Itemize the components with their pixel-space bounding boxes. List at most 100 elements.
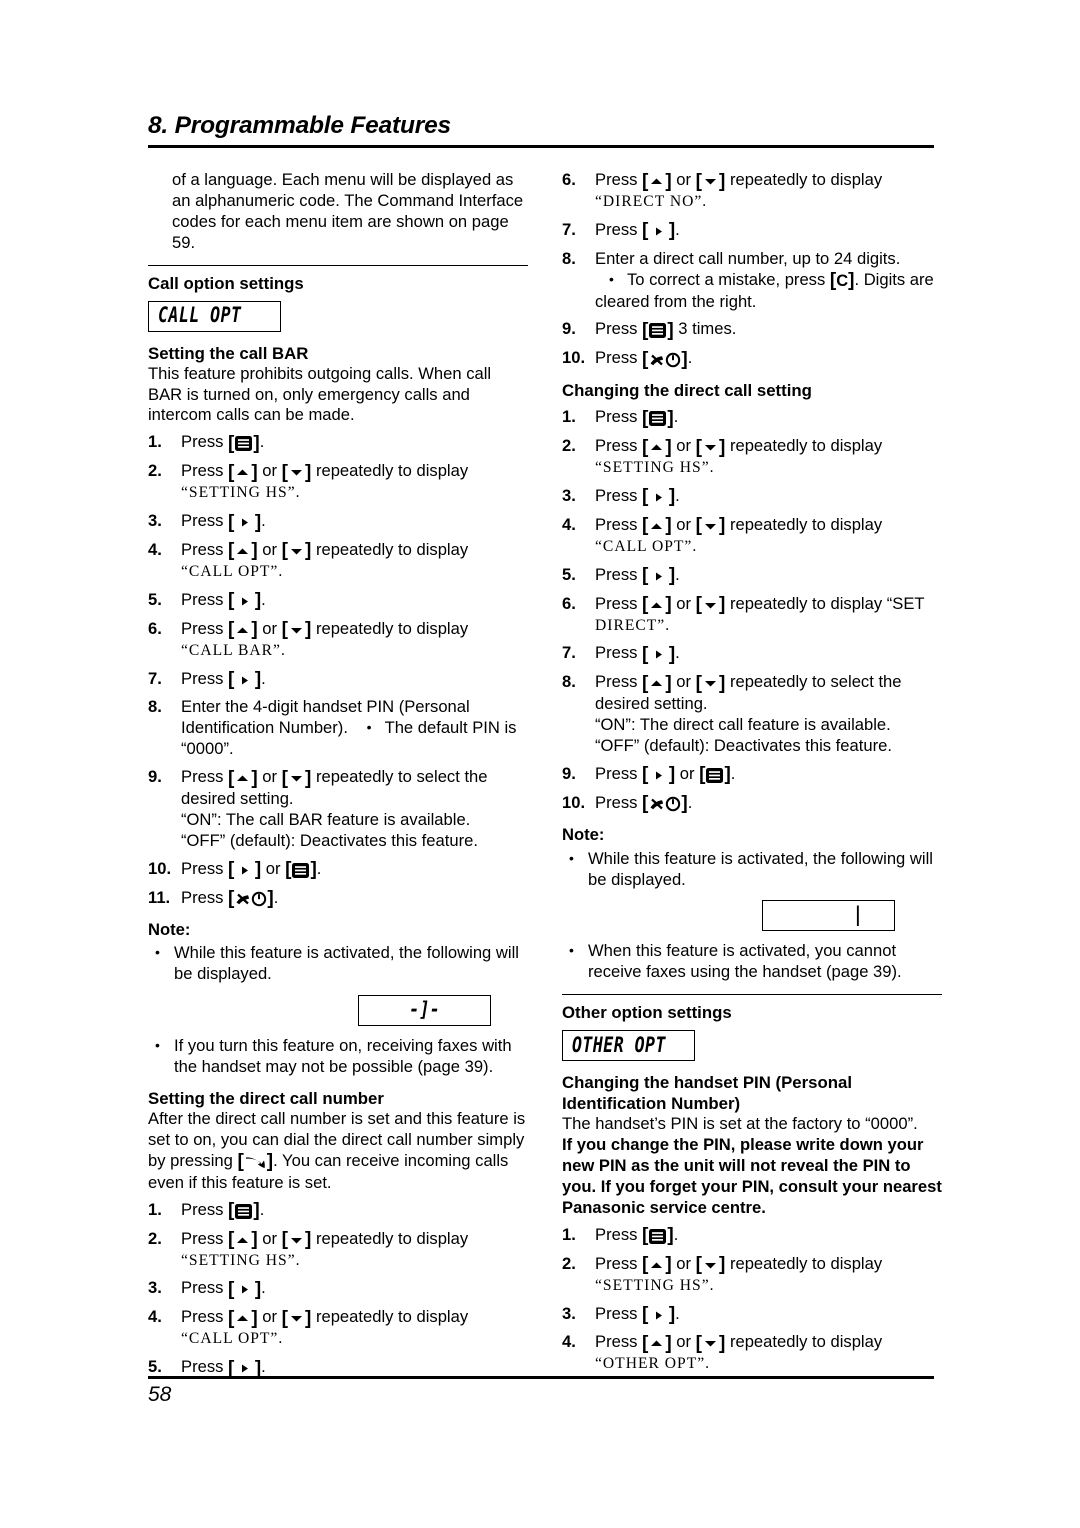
lcd-display-direct-call-indicator: |	[762, 900, 895, 932]
section-title-other-option: Other option settings	[562, 1003, 732, 1023]
step-text: Press [ ].	[595, 485, 680, 508]
step-number: 6.	[562, 593, 576, 613]
step-item: 7. Press [ ].	[562, 220, 942, 242]
step-pre: Press	[595, 1332, 643, 1352]
right-arrow-key-icon: [ ]	[228, 669, 262, 690]
step-text: Press [] or [] repeatedly to display	[181, 539, 469, 562]
step-code-line: “SETTING HS”.	[181, 1251, 301, 1269]
step-item: 4. Press [] or [] repeatedly to display …	[562, 515, 942, 558]
up-arrow-key-icon: []	[642, 1254, 672, 1276]
handset-pin-warning: If you change the PIN, please write down…	[562, 1135, 942, 1217]
subsection-title-handset-pin-line2: Identification Number)	[562, 1094, 741, 1114]
step-number: 4.	[562, 1332, 576, 1352]
step-post: repeatedly to display	[725, 436, 883, 456]
step-item: 6. Press [] or [] repeatedly to display …	[562, 594, 942, 637]
right-arrow-key-icon: [ ]	[642, 1304, 676, 1326]
menu-key-icon: []	[699, 764, 731, 786]
down-arrow-key-icon: []	[695, 1254, 726, 1276]
step-post: .	[259, 1199, 265, 1219]
step-post: .	[675, 485, 680, 505]
talk-key-icon: []	[237, 1151, 274, 1173]
down-arrow-key-icon: []	[281, 540, 312, 562]
step-pre: Press	[181, 1307, 229, 1327]
step-post: repeatedly to display	[725, 170, 883, 189]
step-text: Press [].	[595, 1225, 678, 1246]
intro-paragraph: of a language. Each menu will be display…	[172, 170, 524, 252]
step-text: Press [] or [] repeatedly to display	[595, 1253, 883, 1276]
step-number: 5.	[562, 564, 576, 584]
step-text: Press [].	[181, 1199, 265, 1222]
lcd-display-call-opt: CALL OPT	[148, 300, 281, 332]
step-item: 5. Press [ ].	[148, 590, 528, 612]
note-label: Note:	[148, 919, 191, 939]
right-arrow-key-icon: [ ]	[642, 764, 676, 786]
step-post: .	[261, 511, 266, 531]
step-pre: Press	[181, 1278, 229, 1298]
step-item: 1. Press [].	[562, 407, 942, 429]
lcd-text: CALL OPT	[158, 303, 242, 328]
down-arrow-key-icon: []	[281, 619, 312, 641]
right-arrow-key-icon: [ ]	[228, 590, 262, 612]
step-pre: Press	[595, 1303, 643, 1323]
menu-key-icon: []	[642, 407, 674, 429]
note-item: When this feature is activated, you cann…	[567, 940, 942, 983]
step-extra-line: “OFF” (default): Deactivates this featur…	[181, 830, 478, 850]
step-item: 2. Press [] or [] repeatedly to display …	[148, 461, 528, 504]
subsection-title-call-bar: Setting the call BAR	[148, 343, 309, 363]
step-item: 8. Enter a direct call number, up to 24 …	[562, 249, 942, 313]
step-number: 6.	[148, 618, 162, 638]
step-item: 8. Enter the 4-digit handset PIN (Person…	[148, 697, 528, 760]
step-number: 2.	[562, 436, 576, 456]
step-number: 10.	[562, 348, 586, 368]
step-item: 6. Press [] or [] repeatedly to display …	[148, 619, 528, 662]
step-number: 2.	[562, 1253, 576, 1273]
step-item: 10. Press [ ] or [].	[148, 859, 528, 881]
step-pre: Press	[181, 1228, 229, 1248]
step-post: .	[273, 887, 279, 907]
step-post: .	[261, 1278, 266, 1298]
step-item: 3. Press [ ].	[562, 1304, 942, 1326]
step-pre: Press	[181, 1357, 229, 1377]
step-number: 1.	[148, 1199, 162, 1219]
step-number: 9.	[148, 767, 162, 787]
step-item: 1. Press [].	[148, 1200, 528, 1222]
step-item: 9. Press [ ] or [].	[562, 764, 942, 786]
step-pre: Press	[181, 461, 229, 481]
step-post: .	[675, 643, 680, 663]
step-code-line: “OTHER OPT”.	[595, 1355, 711, 1373]
step-pre: Press	[181, 539, 229, 559]
step-number: 4.	[562, 514, 576, 534]
up-arrow-key-icon: []	[642, 170, 672, 192]
menu-key-icon: []	[642, 319, 674, 341]
page-number: 58	[148, 1383, 172, 1406]
down-arrow-key-icon: []	[281, 767, 312, 789]
direct-call-number-description: After the direct call number is set and …	[148, 1109, 528, 1194]
step-pre: Press	[595, 514, 643, 534]
step-item: 1. Press [].	[148, 432, 528, 454]
step-number: 5.	[148, 1357, 162, 1377]
right-arrow-key-icon: [ ]	[228, 511, 262, 533]
header-rule	[148, 144, 934, 148]
step-text: Press [].	[595, 348, 692, 369]
step-text: Press [ ] or [].	[181, 858, 322, 881]
right-arrow-key-icon: [ ]	[642, 486, 676, 508]
step-extra-line: “OFF” (default): Deactivates this featur…	[595, 736, 892, 756]
step-number: 8.	[148, 697, 162, 717]
menu-key-icon: []	[228, 432, 260, 454]
right-arrow-key-icon: [ ]	[642, 643, 676, 665]
other-option-section-rule	[562, 994, 942, 996]
call-option-section-rule	[148, 264, 528, 266]
section-title-call-option: Call option settings	[148, 273, 304, 293]
step-pre: Press	[181, 887, 229, 907]
step-text: Press [] or [] repeatedly to display	[595, 436, 883, 458]
down-arrow-key-icon: []	[695, 1332, 726, 1354]
direct-call-number-steps: 1. Press []. 2. Press [] or [] repeatedl…	[148, 1200, 528, 1379]
step-text: Press [] or [] repeatedly to display	[181, 1228, 469, 1251]
step-text: Press [].	[595, 793, 692, 814]
step-pre: Press	[595, 672, 643, 692]
lcd-display-other-opt: OTHER OPT	[562, 1030, 695, 1062]
step-item: 4. Press [] or [] repeatedly to display …	[148, 1307, 528, 1350]
note-item: While this feature is activated, the fol…	[567, 848, 942, 891]
menu-key-icon: []	[228, 1200, 260, 1222]
step-post: repeatedly to display	[725, 514, 883, 534]
